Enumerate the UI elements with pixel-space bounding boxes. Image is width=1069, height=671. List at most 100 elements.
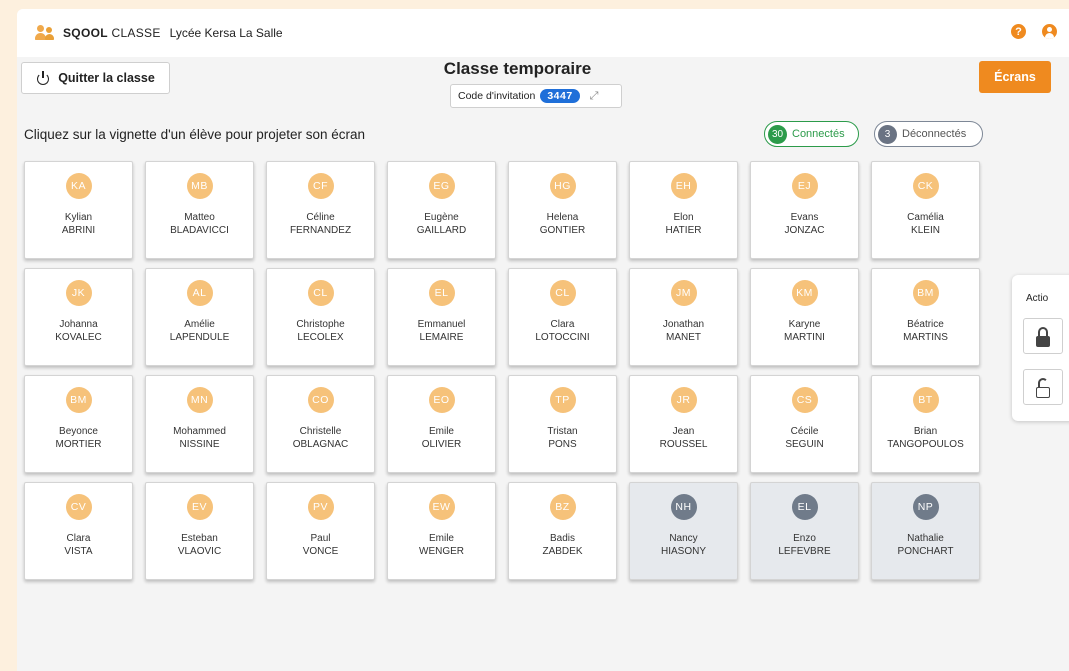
student-last-name: VISTA xyxy=(64,546,93,557)
top-bar: SQOOL CLASSE Lycée Kersa La Salle ? xyxy=(17,9,1069,57)
student-first-name: Clara xyxy=(550,319,575,330)
student-avatar: CK xyxy=(912,173,939,199)
student-card[interactable]: CV Clara VISTA xyxy=(24,482,133,580)
student-first-name: Enzo xyxy=(793,533,816,544)
student-card[interactable]: CO Christelle OBLAGNAC xyxy=(266,375,375,473)
student-card[interactable]: CL Clara LOTOCCINI xyxy=(508,268,617,366)
student-avatar: EW xyxy=(428,494,455,520)
student-last-name: BLADAVICCI xyxy=(170,225,229,236)
top-icons: ? xyxy=(1011,24,1057,39)
student-last-name: ABRINI xyxy=(61,225,96,236)
student-card[interactable]: BT Brian TANGOPOULOS xyxy=(871,375,980,473)
student-card[interactable]: EV Esteban VLAOVIC xyxy=(145,482,254,580)
brand-name: SQOOL CLASSE xyxy=(63,26,161,40)
student-last-name: GONTIER xyxy=(539,225,586,236)
unlock-screens-button[interactable] xyxy=(1023,369,1063,405)
student-card[interactable]: BZ Badis ZABDEK xyxy=(508,482,617,580)
student-first-name: Emile xyxy=(428,533,454,544)
invitation-code[interactable]: Code d'invitation 3447 ⤢ xyxy=(450,84,622,108)
student-card[interactable]: CF Céline FERNANDEZ xyxy=(266,161,375,259)
student-first-name: Kylian xyxy=(64,212,93,223)
student-card[interactable]: MB Matteo BLADAVICCI xyxy=(145,161,254,259)
student-avatar: AL xyxy=(186,280,213,306)
student-grid: KA Kylian ABRINI MB Matteo BLADAVICCI CF Céline… xyxy=(24,161,980,580)
student-avatar: EG xyxy=(428,173,455,199)
student-first-name: Emmanuel xyxy=(417,319,466,330)
student-last-name: LEMAIRE xyxy=(419,332,464,343)
student-card[interactable]: MN Mohammed NISSINE xyxy=(145,375,254,473)
student-avatar: TP xyxy=(549,387,576,413)
student-avatar: NH xyxy=(670,494,697,520)
student-card[interactable]: JM Jonathan MANET xyxy=(629,268,738,366)
student-card[interactable]: TP Tristan PONS xyxy=(508,375,617,473)
student-last-name: LAPENDULE xyxy=(169,332,230,343)
student-card[interactable]: EL Enzo LEFEVBRE xyxy=(750,482,859,580)
student-card[interactable]: NP Nathalie PONCHART xyxy=(871,482,980,580)
student-avatar: CS xyxy=(791,387,818,413)
connected-filter[interactable]: 30 Connectés xyxy=(764,121,859,147)
student-first-name: Emile xyxy=(428,426,454,437)
student-card[interactable]: CS Cécile SEGUIN xyxy=(750,375,859,473)
connected-label: Connectés xyxy=(792,128,845,140)
student-card[interactable]: KM Karyne MARTINI xyxy=(750,268,859,366)
student-card[interactable]: KA Kylian ABRINI xyxy=(24,161,133,259)
student-last-name: LOTOCCINI xyxy=(535,332,590,343)
student-avatar: JK xyxy=(65,280,92,306)
student-avatar: EV xyxy=(186,494,213,520)
student-avatar: KM xyxy=(791,280,818,306)
student-card[interactable]: JK Johanna KOVALEC xyxy=(24,268,133,366)
student-first-name: Béatrice xyxy=(907,319,944,330)
student-card[interactable]: HG Helena GONTIER xyxy=(508,161,617,259)
disconnected-filter[interactable]: 3 Déconnectés xyxy=(874,121,983,147)
student-first-name: Paul xyxy=(310,533,331,544)
student-last-name: MORTIER xyxy=(55,439,102,450)
student-avatar: JM xyxy=(670,280,697,306)
instruction-text: Cliquez sur la vignette d'un élève pour … xyxy=(24,127,366,142)
connected-count: 30 xyxy=(768,124,787,144)
student-card[interactable]: PV Paul VONCE xyxy=(266,482,375,580)
student-last-name: ROUSSEL xyxy=(659,439,708,450)
student-card[interactable]: BM Béatrice MARTINS xyxy=(871,268,980,366)
student-card[interactable]: CL Christophe LECOLEX xyxy=(266,268,375,366)
student-first-name: Brian xyxy=(913,426,938,437)
student-avatar: CO xyxy=(307,387,334,413)
user-icon[interactable] xyxy=(1042,24,1057,39)
student-card[interactable]: JR Jean ROUSSEL xyxy=(629,375,738,473)
student-card[interactable]: EH Elon HATIER xyxy=(629,161,738,259)
actions-panel: Actio xyxy=(1012,275,1069,421)
student-first-name: Badis xyxy=(549,533,575,544)
student-card[interactable]: EJ Evans JONZAC xyxy=(750,161,859,259)
student-first-name: Elon xyxy=(673,212,694,223)
student-card[interactable]: NH Nancy HIASONY xyxy=(629,482,738,580)
student-avatar: CF xyxy=(307,173,334,199)
student-card[interactable]: EL Emmanuel LEMAIRE xyxy=(387,268,496,366)
expand-icon[interactable]: ⤢ xyxy=(590,90,599,103)
disconnected-label: Déconnectés xyxy=(902,128,967,140)
student-last-name: MARTINS xyxy=(903,332,948,343)
student-card[interactable]: CK Camélia KLEIN xyxy=(871,161,980,259)
student-avatar: BM xyxy=(912,280,939,306)
student-avatar: EL xyxy=(428,280,455,306)
student-last-name: OLIVIER xyxy=(421,439,462,450)
student-last-name: FERNANDEZ xyxy=(289,225,352,236)
screens-button[interactable]: Écrans xyxy=(979,61,1051,93)
student-card[interactable]: EW Emile WENGER xyxy=(387,482,496,580)
student-avatar: BT xyxy=(912,387,939,413)
help-icon[interactable]: ? xyxy=(1011,24,1026,39)
student-card[interactable]: EO Emile OLIVIER xyxy=(387,375,496,473)
student-card[interactable]: EG Eugène GAILLARD xyxy=(387,161,496,259)
student-first-name: Eugène xyxy=(424,212,459,223)
lock-screens-button[interactable] xyxy=(1023,318,1063,354)
student-last-name: VONCE xyxy=(302,546,339,557)
student-avatar: CV xyxy=(65,494,92,520)
invitation-code-badge: 3447 xyxy=(540,89,580,103)
student-avatar: PV xyxy=(307,494,334,520)
student-last-name: LECOLEX xyxy=(297,332,344,343)
student-first-name: Karyne xyxy=(788,319,821,330)
student-last-name: JONZAC xyxy=(784,225,825,236)
student-card[interactable]: AL Amélie LAPENDULE xyxy=(145,268,254,366)
student-last-name: GAILLARD xyxy=(416,225,467,236)
student-last-name: MARTINI xyxy=(784,332,825,343)
student-card[interactable]: BM Beyonce MORTIER xyxy=(24,375,133,473)
student-last-name: HATIER xyxy=(665,225,702,236)
